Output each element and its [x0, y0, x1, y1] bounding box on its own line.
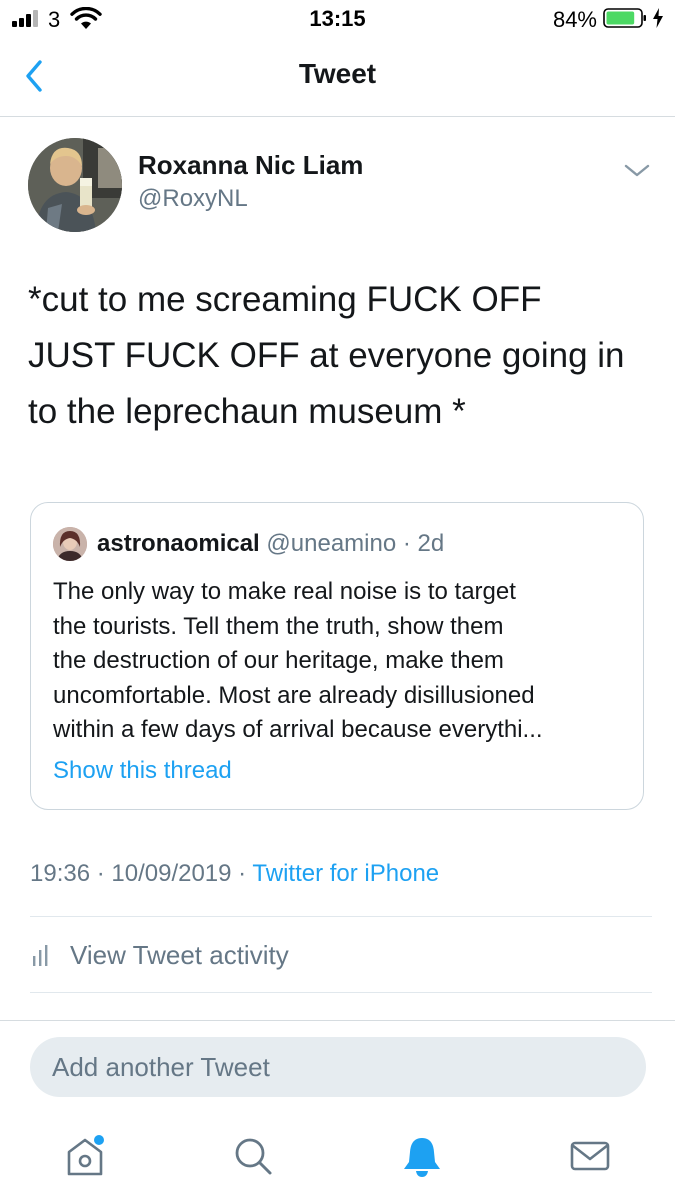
quoted-separator: · — [402, 530, 411, 557]
divider — [30, 916, 652, 917]
tab-bar — [0, 1112, 675, 1200]
avatar[interactable] — [28, 138, 122, 232]
charging-bolt-icon — [653, 8, 663, 28]
author-name[interactable]: Roxanna Nic Liam — [138, 150, 363, 181]
quoted-avatar — [53, 527, 87, 561]
bell-icon[interactable] — [398, 1132, 446, 1180]
quoted-tweet-text: The only way to make real noise is to ta… — [53, 578, 543, 743]
divider — [30, 992, 652, 993]
search-icon[interactable] — [229, 1132, 277, 1180]
tweet-meta: 19:36 · 10/09/2019 · Twitter for iPhone — [30, 860, 439, 888]
quoted-author-handle: @uneamino — [266, 530, 397, 557]
quoted-age: 2d — [417, 530, 445, 557]
bar-chart-icon — [33, 945, 48, 966]
view-tweet-activity-label: View Tweet activity — [70, 940, 289, 970]
quoted-header: astronaomical @uneamino · 2d — [97, 530, 444, 558]
home-icon[interactable] — [61, 1132, 109, 1180]
page-title: Tweet — [298, 58, 377, 89]
show-thread-link[interactable]: Show this thread — [53, 757, 232, 785]
tweet-text: *cut to me screaming FUCK OFF JUST FUCK … — [28, 280, 625, 431]
add-another-tweet-input[interactable] — [30, 1037, 646, 1097]
author-handle[interactable]: @RoxyNL — [138, 185, 248, 213]
battery-icon — [603, 8, 646, 28]
quoted-author-name: astronaomical — [97, 530, 260, 557]
profile-photo — [28, 138, 122, 232]
tweet-timestamp: 19:36 · 10/09/2019 · — [30, 860, 247, 887]
notification-dot — [94, 1135, 104, 1145]
tweet-source-link[interactable]: Twitter for iPhone — [252, 860, 439, 887]
nav-bar: Tweet — [0, 40, 675, 117]
view-tweet-activity-button[interactable]: View Tweet activity — [30, 918, 652, 992]
quoted-tweet-card[interactable]: astronaomical @uneamino · 2d The only wa… — [30, 502, 644, 810]
mail-icon[interactable] — [566, 1132, 614, 1180]
battery-percent: 84% — [552, 7, 597, 32]
chevron-down-icon[interactable] — [622, 158, 652, 182]
status-bar: 3 13:15 84% — [0, 0, 675, 40]
reply-bar — [0, 1020, 675, 1113]
